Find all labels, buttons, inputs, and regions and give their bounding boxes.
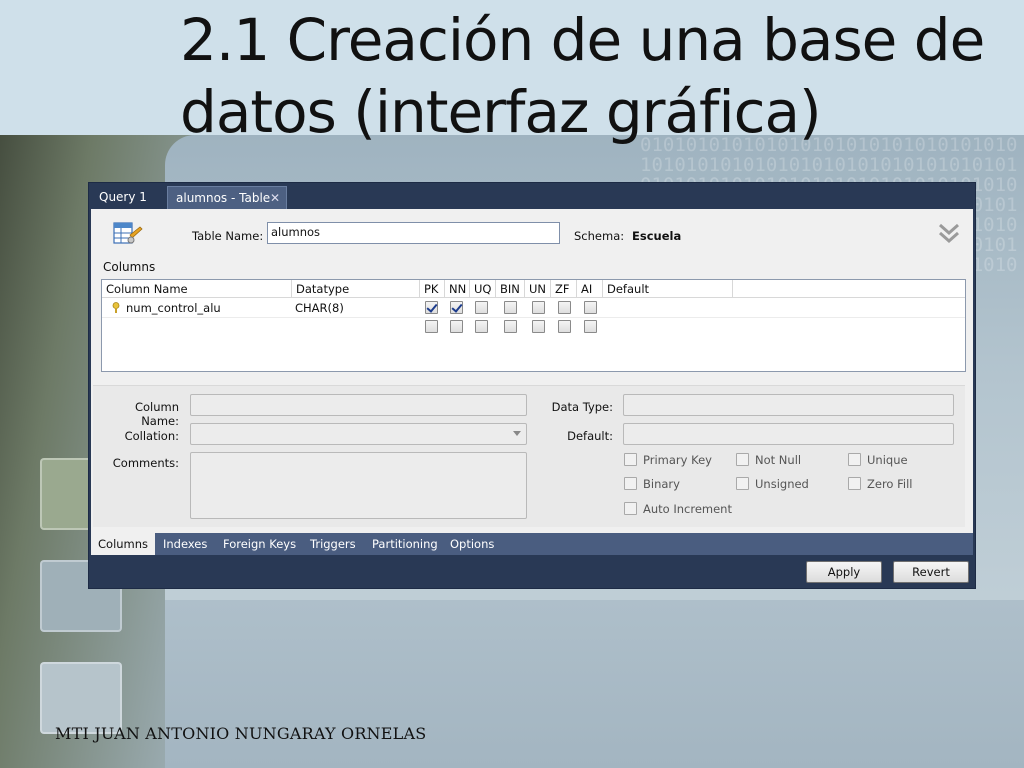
zero-fill-checkbox[interactable] <box>848 477 861 490</box>
table-name-label: Table Name: <box>192 229 264 243</box>
tab-indexes[interactable]: Indexes <box>157 533 213 555</box>
comments-label: Comments: <box>112 456 179 470</box>
apply-button[interactable]: Apply <box>806 561 882 583</box>
header-ai[interactable]: AI <box>577 280 603 298</box>
revert-button[interactable]: Revert <box>893 561 969 583</box>
header-bin[interactable]: BIN <box>496 280 525 298</box>
tab-partitioning[interactable]: Partitioning <box>366 533 444 555</box>
header-zf[interactable]: ZF <box>551 280 577 298</box>
slide-footer-author: MTI JUAN ANTONIO NUNGARAY ORNELAS <box>55 724 427 743</box>
zf-checkbox[interactable] <box>558 301 571 314</box>
zf-checkbox[interactable] <box>558 320 571 333</box>
primary-key-label: Primary Key <box>643 453 712 467</box>
comments-textarea[interactable] <box>190 452 527 519</box>
uq-checkbox[interactable] <box>475 320 488 333</box>
collapse-chevron-icon[interactable] <box>937 221 961 245</box>
tab-columns[interactable]: Columns <box>91 533 155 555</box>
auto-increment-checkbox[interactable] <box>624 502 637 515</box>
header-datatype[interactable]: Datatype <box>292 280 420 298</box>
columns-section-label: Columns <box>103 260 156 274</box>
not-null-checkbox[interactable] <box>736 453 749 466</box>
slide-title: 2.1 Creación de una base de datos (inter… <box>180 6 985 146</box>
un-checkbox[interactable] <box>532 320 545 333</box>
action-button-bar: Apply Revert <box>91 555 973 588</box>
table-icon <box>113 222 143 244</box>
tab-label: Query 1 <box>99 190 147 204</box>
schema-value: Escuela <box>632 229 682 243</box>
un-checkbox[interactable] <box>532 301 545 314</box>
cell-datatype[interactable]: CHAR(8) <box>295 299 344 317</box>
collation-label: Collation: <box>124 429 179 443</box>
pk-checkbox[interactable] <box>425 320 438 333</box>
data-type-field[interactable] <box>623 394 954 416</box>
key-icon <box>112 302 120 313</box>
chevron-down-icon <box>513 431 521 436</box>
schema-label: Schema: <box>574 229 625 243</box>
header-nn[interactable]: NN <box>445 280 470 298</box>
column-name-field[interactable] <box>190 394 527 416</box>
close-icon[interactable]: ✕ <box>270 187 280 210</box>
uq-checkbox[interactable] <box>475 301 488 314</box>
unique-checkbox[interactable] <box>848 453 861 466</box>
table-editor-window: Query 1 alumnos - Table ✕ Table Name: al… <box>88 182 976 589</box>
bin-checkbox[interactable] <box>504 301 517 314</box>
bin-checkbox[interactable] <box>504 320 517 333</box>
collation-select[interactable] <box>190 423 527 445</box>
binary-label: Binary <box>643 477 680 491</box>
table-row[interactable] <box>102 317 965 335</box>
editor-bottom-tabs: Columns Indexes Foreign Keys Triggers Pa… <box>91 533 973 555</box>
table-row[interactable]: num_control_alu CHAR(8) <box>102 299 965 317</box>
tab-foreign-keys[interactable]: Foreign Keys <box>217 533 302 555</box>
ai-checkbox[interactable] <box>584 320 597 333</box>
unique-label: Unique <box>867 453 908 467</box>
auto-increment-label: Auto Increment <box>643 502 732 516</box>
ai-checkbox[interactable] <box>584 301 597 314</box>
unsigned-checkbox[interactable] <box>736 477 749 490</box>
header-pk[interactable]: PK <box>420 280 445 298</box>
columns-grid: Column Name Datatype PK NN UQ BIN UN ZF … <box>101 279 966 372</box>
primary-key-checkbox[interactable] <box>624 453 637 466</box>
default-label: Default: <box>567 429 613 443</box>
tab-label: alumnos - Table <box>176 191 271 205</box>
cell-column-name[interactable]: num_control_alu <box>126 299 221 317</box>
unsigned-label: Unsigned <box>755 477 809 491</box>
slide-title-band: 2.1 Creación de una base de datos (inter… <box>0 0 1024 146</box>
data-type-label: Data Type: <box>551 400 613 414</box>
tab-query-1[interactable]: Query 1 <box>91 186 163 209</box>
default-field[interactable] <box>623 423 954 445</box>
grid-header: Column Name Datatype PK NN UQ BIN UN ZF … <box>102 280 965 298</box>
column-name-label: Column Name: <box>134 400 179 428</box>
tab-options[interactable]: Options <box>444 533 500 555</box>
header-un[interactable]: UN <box>525 280 551 298</box>
nn-checkbox[interactable] <box>450 301 463 314</box>
tab-triggers[interactable]: Triggers <box>304 533 362 555</box>
zero-fill-label: Zero Fill <box>867 477 913 491</box>
column-details-panel: Column Name: Collation: Comments: Data T… <box>93 385 965 527</box>
not-null-label: Not Null <box>755 453 802 467</box>
tab-alumnos-table[interactable]: alumnos - Table ✕ <box>167 186 287 209</box>
binary-checkbox[interactable] <box>624 477 637 490</box>
editor-tab-bar: Query 1 alumnos - Table ✕ <box>89 183 975 209</box>
nn-checkbox[interactable] <box>450 320 463 333</box>
pk-checkbox[interactable] <box>425 301 438 314</box>
table-editor-content: Table Name: alumnos Schema: Escuela Colu… <box>91 209 973 533</box>
header-column-name[interactable]: Column Name <box>102 280 292 298</box>
header-default[interactable]: Default <box>603 280 733 298</box>
table-name-input[interactable]: alumnos <box>267 222 560 244</box>
header-uq[interactable]: UQ <box>470 280 496 298</box>
